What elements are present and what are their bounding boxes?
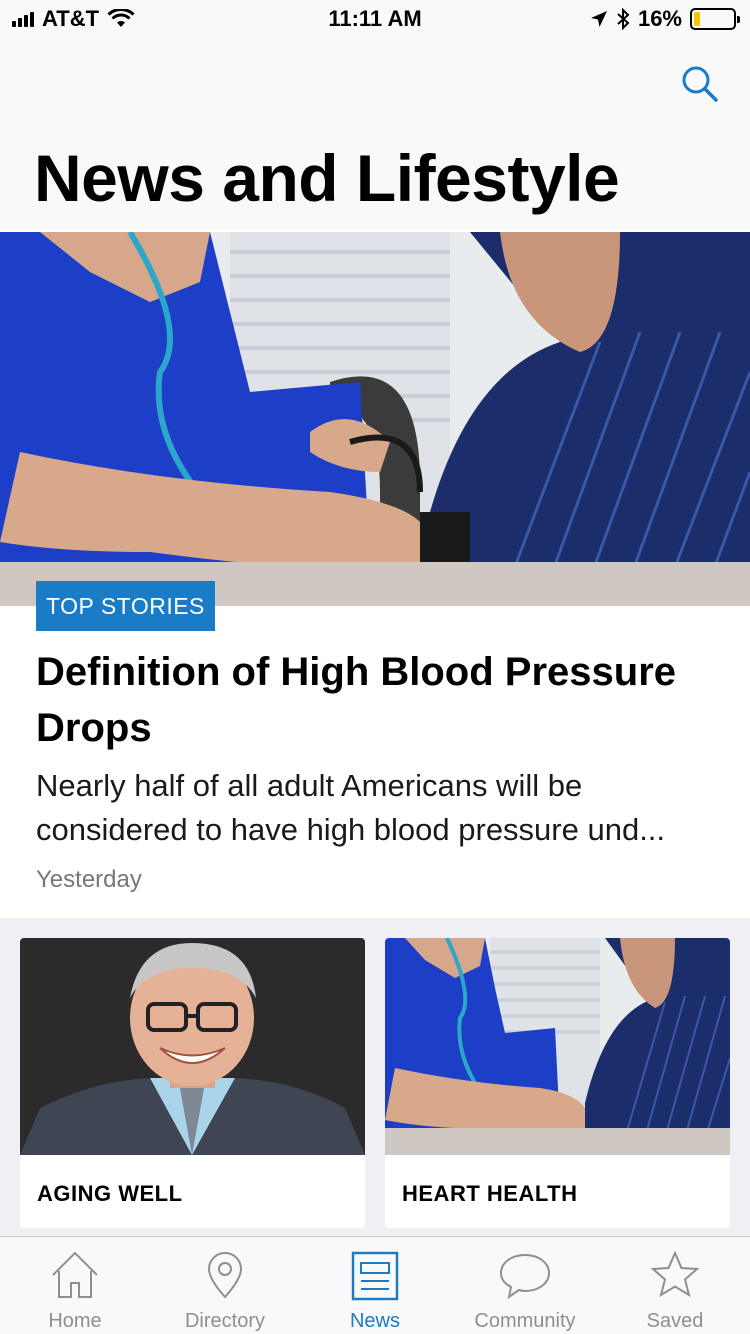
article-summary[interactable]: Nearly half of all adult Americans will … <box>36 764 716 852</box>
category-tag[interactable]: TOP STORIES <box>36 581 215 631</box>
tab-label: Saved <box>646 1310 704 1332</box>
article-date: Yesterday <box>36 866 142 893</box>
tab-bar: Home Directory News Community Saved <box>0 1236 750 1334</box>
card-label: AGING WELL <box>37 1181 183 1206</box>
location-pin-icon <box>207 1252 243 1299</box>
tab-label: Directory <box>184 1310 265 1332</box>
tab-directory[interactable]: Directory <box>150 1237 300 1334</box>
search-icon[interactable] <box>680 64 720 104</box>
card-label: HEART HEALTH <box>402 1181 578 1206</box>
status-bar: AT&T 11:11 AM 16% <box>0 0 750 40</box>
tab-community[interactable]: Community <box>450 1237 600 1334</box>
star-icon <box>650 1250 700 1298</box>
card-heart-health[interactable]: HEART HEALTH <box>385 938 730 1228</box>
header: News and Lifestyle <box>0 40 750 230</box>
page-title: News and Lifestyle <box>34 141 620 215</box>
article-headline[interactable]: Definition of High Blood Pressure Drops <box>36 644 696 756</box>
home-icon <box>52 1251 98 1298</box>
newspaper-icon <box>351 1251 399 1301</box>
battery-icon <box>690 8 740 30</box>
tab-label: News <box>349 1310 400 1332</box>
tab-home[interactable]: Home <box>0 1237 150 1334</box>
bluetooth-icon <box>617 8 630 30</box>
card-image <box>20 938 365 1155</box>
featured-image[interactable] <box>0 232 750 606</box>
battery-percent: 16% <box>637 6 682 31</box>
card-image <box>385 938 730 1155</box>
status-right: 16% <box>590 6 740 32</box>
card-aging-well[interactable]: AGING WELL <box>20 938 365 1228</box>
location-arrow-icon <box>590 11 607 27</box>
speech-bubble-icon <box>499 1253 551 1300</box>
tab-label: Home <box>48 1310 102 1332</box>
tab-news[interactable]: News <box>300 1237 450 1334</box>
tab-label: Community <box>474 1310 576 1332</box>
tab-saved[interactable]: Saved <box>600 1237 750 1334</box>
